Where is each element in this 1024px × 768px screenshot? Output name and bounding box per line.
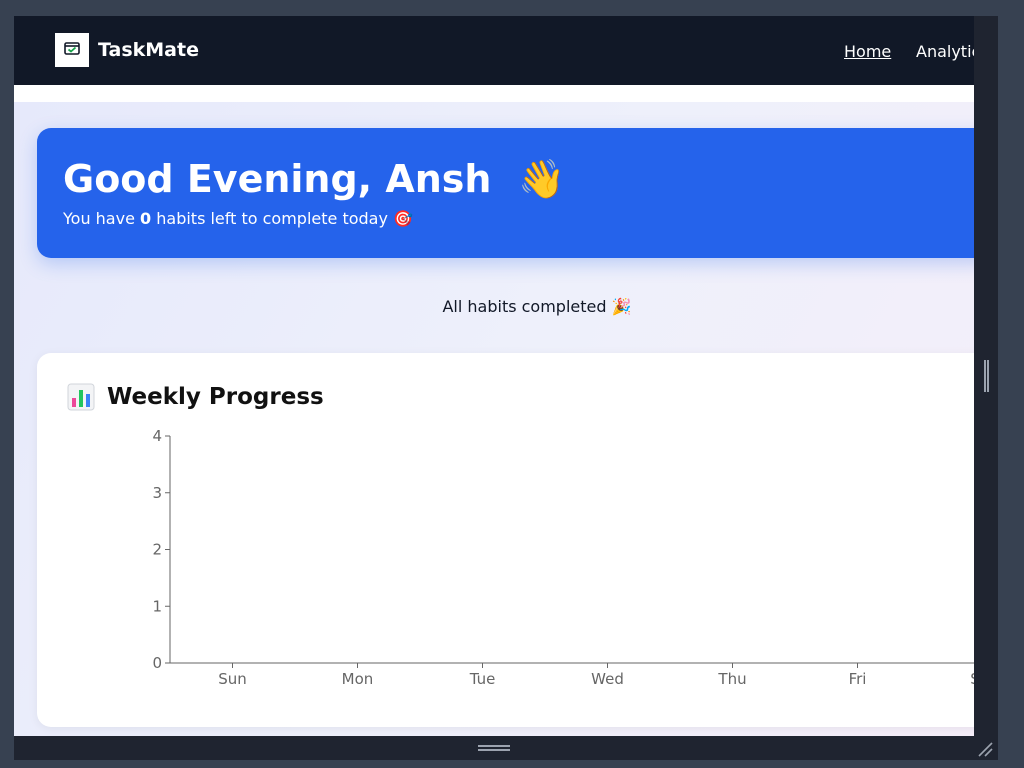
greeting-title: Good Evening, Ansh 👋 [63,156,565,202]
y-tick-label: 4 [152,428,162,445]
habits-left-suffix: habits left to complete today 🎯 [151,209,413,228]
all-completed-message: All habits completed 🎉 [442,297,632,316]
x-tick-label: Thu [717,670,746,688]
x-tick-label: Tue [469,670,496,688]
navbar: TaskMate Home Analytics [14,16,974,85]
bar-chart-icon [67,383,95,411]
habits-left-count: 0 [140,209,152,228]
checked-calendar-icon [63,40,81,60]
x-tick-label: Wed [591,670,624,688]
habits-left-prefix: You have [63,209,141,228]
waving-hand-icon: 👋 [517,157,566,201]
weekly-progress-title: Weekly Progress [67,382,324,412]
weekly-progress-chart: 01234SunMonTueWedThuFriSat [152,428,974,688]
greeting-text: Good Evening, Ansh [63,157,492,201]
header-divider [14,85,974,102]
y-tick-label: 1 [152,597,162,615]
y-tick-label: 2 [152,541,162,559]
brand-name[interactable]: TaskMate [98,39,199,61]
weekly-progress-label: Weekly Progress [107,384,324,410]
weekly-progress-card: Weekly Progress 01234SunMonTueWedThuFriS… [37,353,974,727]
x-tick-label: Fri [849,670,867,688]
x-tick-label: Mon [342,670,374,688]
x-tick-label: Sun [218,670,247,688]
nav-link-analytics[interactable]: Analytics [916,42,974,62]
nav-link-home[interactable]: Home [844,42,891,62]
habits-left-text: You have 0 habits left to complete today… [63,208,413,230]
horizontal-resize-handle[interactable] [478,745,510,751]
y-tick-label: 0 [152,654,162,672]
main-content: Good Evening, Ansh 👋 You have 0 habits l… [14,102,974,736]
vertical-resize-handle[interactable] [984,360,989,392]
y-tick-label: 3 [152,484,162,502]
logo[interactable] [55,33,89,67]
browser-viewport: TaskMate Home Analytics Good Evening, An… [14,16,974,736]
corner-resize-icon[interactable] [976,740,994,758]
greeting-banner: Good Evening, Ansh 👋 You have 0 habits l… [37,128,974,258]
